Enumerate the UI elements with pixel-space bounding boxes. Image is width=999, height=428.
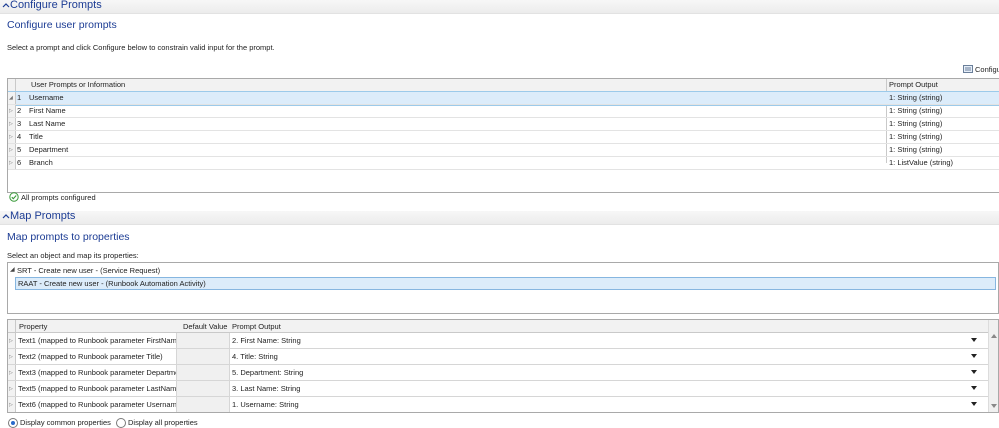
row-expander-icon: ▷ [9, 147, 13, 153]
dropdown-arrow-icon [971, 354, 977, 358]
row-expander-icon: ▷ [9, 354, 13, 360]
row-expander-icon: ▷ [9, 108, 13, 114]
default-value-cell[interactable] [176, 365, 230, 380]
map-subtitle: Map prompts to properties [7, 231, 130, 243]
prompt-output-select[interactable]: 3. Last Name: String [229, 381, 987, 396]
section-title: Map Prompts [10, 210, 76, 222]
column-header-prompt-output[interactable]: Prompt Output [232, 322, 281, 331]
object-tree: ◢ SRT - Create new user - (Service Reque… [7, 262, 999, 314]
row-expander-icon: ▷ [9, 338, 13, 344]
dropdown-arrow-icon [971, 370, 977, 374]
prompt-output-select[interactable]: 4. Title: String [229, 349, 987, 364]
prompt-output-select[interactable]: 2. First Name: String [229, 333, 987, 348]
prompt-row[interactable]: ▷ 6 Branch 1: ListValue (string) [8, 157, 999, 170]
prompt-row[interactable]: ▷ 4 Title 1: String (string) [8, 131, 999, 144]
property-row[interactable]: ▷ Text3 (mapped to Runbook parameter Dep… [8, 365, 988, 381]
column-header-output[interactable]: Prompt Output [889, 80, 938, 89]
property-row[interactable]: ▷ Text6 (mapped to Runbook parameter Use… [8, 397, 988, 412]
configure-button[interactable]: Configu [963, 64, 999, 75]
dropdown-arrow-icon [971, 402, 977, 406]
vertical-scrollbar[interactable] [988, 320, 998, 412]
chevron-up-icon [2, 3, 10, 8]
prompts-status: All prompts configured [21, 193, 96, 202]
row-expander-icon: ▷ [9, 134, 13, 140]
scroll-down-icon[interactable] [991, 404, 997, 409]
default-value-cell[interactable] [176, 333, 230, 348]
row-expander-icon: ▷ [9, 386, 13, 392]
radio-common-label[interactable]: Display common properties [20, 418, 111, 427]
default-value-cell[interactable] [176, 349, 230, 364]
prompt-row[interactable]: ▷ 5 Department 1: String (string) [8, 144, 999, 157]
row-expander-icon: ▷ [9, 160, 13, 166]
column-header-prompts[interactable]: User Prompts or Information [31, 80, 125, 89]
configure-button-label: Configu [975, 65, 999, 74]
tree-item-selected[interactable]: RAAT - Create new user - (Runbook Automa… [15, 277, 996, 290]
properties-grid-header: Property Default Value Prompt Output [8, 320, 988, 333]
prompt-output-select[interactable]: 5. Department: String [229, 365, 987, 380]
default-value-cell[interactable] [176, 397, 230, 412]
tree-item-child: RAAT - Create new user - (Runbook Automa… [18, 279, 206, 288]
configure-icon [963, 65, 973, 73]
scroll-up-icon[interactable] [991, 333, 997, 338]
prompts-grid-header: User Prompts or Information Prompt Outpu… [8, 79, 999, 92]
prompt-output-select[interactable]: 1. Username: String [229, 397, 987, 412]
prompt-row[interactable]: ▷ 3 Last Name 1: String (string) [8, 118, 999, 131]
prompt-row[interactable]: ▷ 2 First Name 1: String (string) [8, 105, 999, 118]
property-row[interactable]: ▷ Text2 (mapped to Runbook parameter Tit… [8, 349, 988, 365]
chevron-up-icon [2, 214, 10, 219]
property-row[interactable]: ▷ Text5 (mapped to Runbook parameter Las… [8, 381, 988, 397]
check-circle-icon [9, 192, 19, 202]
configure-subtitle: Configure user prompts [7, 19, 117, 31]
column-header-default[interactable]: Default Value [183, 322, 227, 331]
tree-expander-icon[interactable]: ◢ [10, 266, 15, 273]
default-value-cell[interactable] [176, 381, 230, 396]
map-help-text: Select an object and map its properties: [7, 251, 139, 260]
row-expander-icon: ◢ [9, 95, 13, 101]
dropdown-arrow-icon [971, 386, 977, 390]
row-expander-icon: ▷ [9, 370, 13, 376]
configure-help-text: Select a prompt and click Configure belo… [7, 43, 275, 52]
row-expander-icon: ▷ [9, 121, 13, 127]
row-expander-icon: ▷ [9, 402, 13, 408]
dropdown-arrow-icon [971, 338, 977, 342]
section-title: Configure Prompts [10, 0, 102, 11]
configure-prompts-header[interactable]: Configure Prompts [0, 0, 999, 14]
map-prompts-header[interactable]: Map Prompts [0, 210, 999, 225]
prompts-grid: User Prompts or Information Prompt Outpu… [7, 78, 999, 193]
tree-item-parent[interactable]: SRT - Create new user - (Service Request… [17, 266, 160, 275]
prompt-row[interactable]: ◢ 1 Username 1: String (string) [8, 91, 999, 106]
column-header-property[interactable]: Property [19, 322, 47, 331]
radio-all-label[interactable]: Display all properties [128, 418, 198, 427]
properties-grid: Property Default Value Prompt Output ▷ T… [7, 319, 999, 413]
property-row[interactable]: ▷ Text1 (mapped to Runbook parameter Fir… [8, 333, 988, 349]
